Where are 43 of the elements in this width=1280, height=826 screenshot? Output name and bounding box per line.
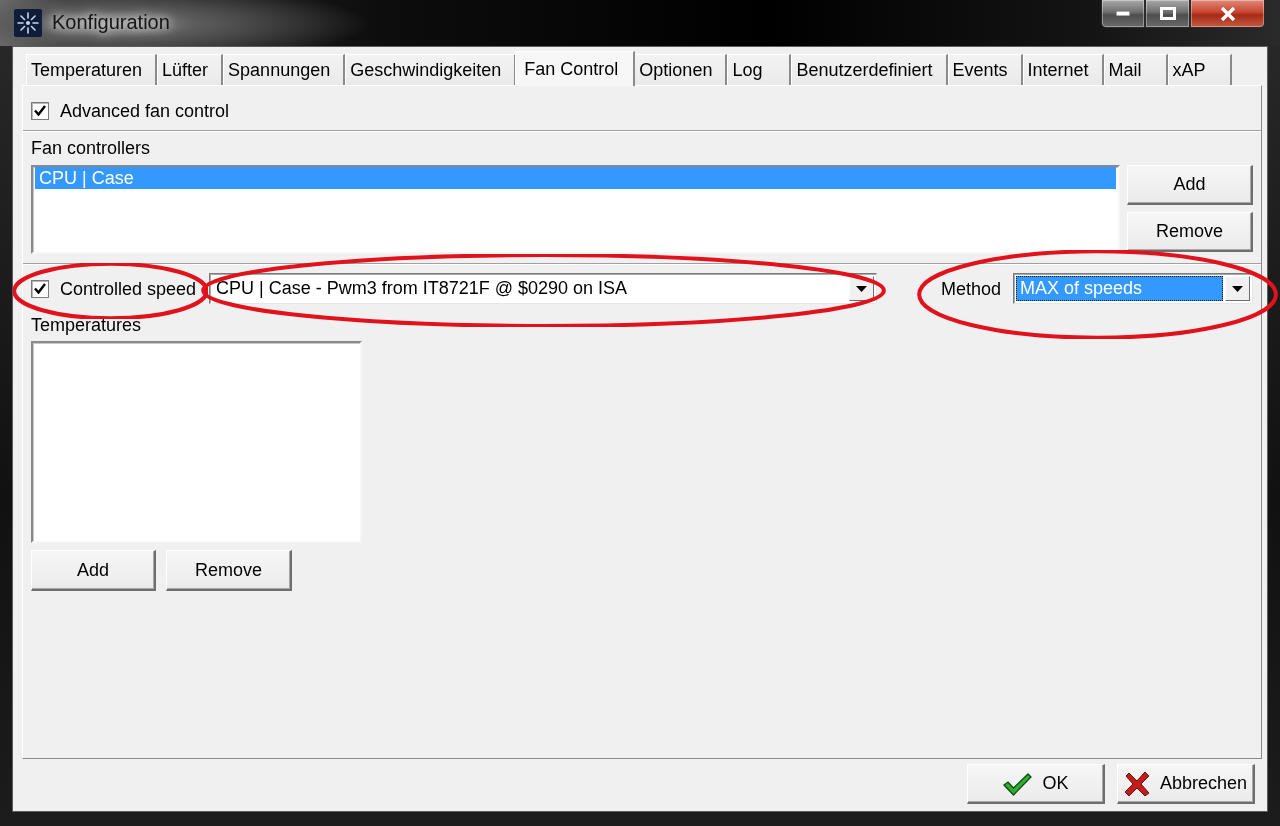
close-button[interactable] — [1190, 0, 1265, 28]
list-button[interactable]: Remove — [1127, 212, 1253, 252]
tab[interactable]: Spannungen — [223, 54, 346, 85]
maximize-icon — [1159, 7, 1176, 20]
tab[interactable]: Log — [727, 54, 792, 85]
tab[interactable]: Temperaturen — [26, 54, 158, 85]
tab[interactable]: Optionen — [634, 54, 728, 85]
tab[interactable]: Events — [947, 54, 1023, 85]
check-icon — [1002, 771, 1033, 796]
dialog-button[interactable]: Abbrechen — [1117, 764, 1255, 804]
caret-icon — [856, 285, 867, 292]
checkbox-label: Advanced fan control — [60, 99, 230, 122]
maximize-button[interactable] — [1145, 0, 1190, 28]
window-title: Konfiguration — [52, 11, 170, 34]
list-button[interactable]: Add — [1127, 165, 1253, 205]
dropdown-field[interactable]: CPU | Case - Pwm3 from IT8721F @ $0290 on ISA — [209, 273, 877, 304]
checkbox[interactable] — [31, 101, 49, 120]
checkbox[interactable] — [31, 279, 49, 298]
tab[interactable]: Fan Control — [515, 51, 636, 86]
section-label: Fan controllers — [31, 137, 151, 159]
minimize-button[interactable] — [1101, 0, 1145, 28]
cross-icon — [1124, 770, 1150, 797]
tick-icon — [34, 283, 46, 294]
dropdown-value: MAX of speeds — [1016, 276, 1223, 301]
close-icon — [1219, 6, 1236, 21]
list-button[interactable]: Remove — [166, 550, 292, 591]
dropdown-button[interactable] — [1225, 276, 1250, 301]
tab[interactable]: Benutzerdefiniert — [791, 54, 948, 85]
minimize-icon — [1116, 11, 1130, 16]
tab[interactable]: Internet — [1022, 54, 1104, 85]
field-label: Method — [940, 277, 1001, 300]
tab[interactable]: Lüfter — [157, 54, 224, 85]
dialog-button[interactable]: OK — [967, 764, 1105, 804]
checkbox-label: Controlled speed — [60, 277, 197, 300]
tab[interactable]: Geschwindigkeiten — [345, 54, 517, 85]
dropdown-value: CPU | Case - Pwm3 from IT8721F @ $0290 on ISA — [215, 277, 629, 300]
tab[interactable]: Mail — [1103, 54, 1168, 85]
tab[interactable]: xAP — [1167, 54, 1232, 85]
caret-icon — [1232, 285, 1243, 292]
app-icon — [14, 9, 42, 37]
list-button[interactable]: Add — [31, 550, 156, 591]
tick-icon — [34, 105, 46, 116]
section-label: Temperatures — [31, 314, 142, 336]
